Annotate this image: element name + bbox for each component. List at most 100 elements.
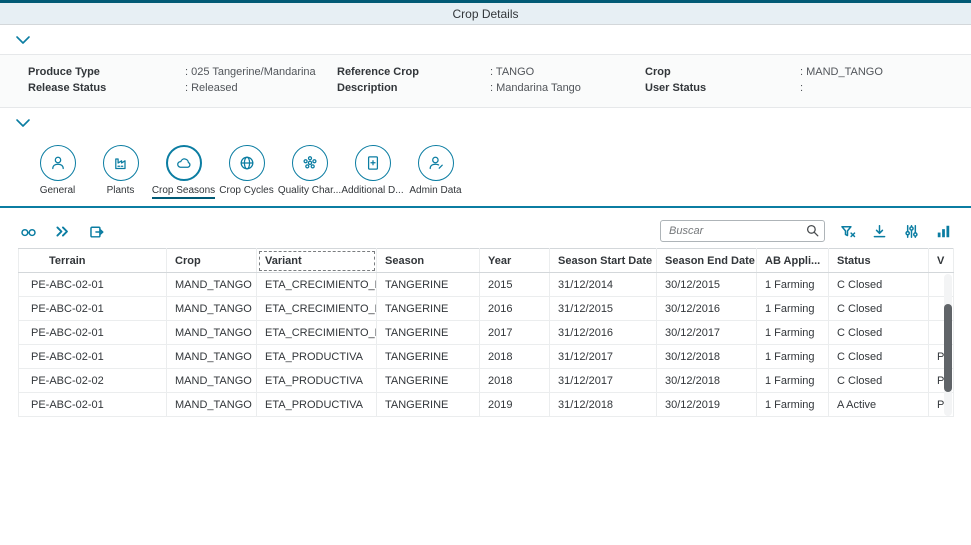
table-cell: 1 Farming: [757, 321, 829, 345]
table-cell: C Closed: [829, 345, 929, 369]
field-value: : 025 Tangerine/Mandarina: [185, 66, 337, 78]
table-cell: PE-ABC-02-01: [19, 345, 167, 369]
column-header-season-end-date[interactable]: Season End Date: [657, 249, 757, 273]
table-cell: ETA_PRODUCTIVA: [257, 393, 377, 417]
table-cell: 30/12/2018: [657, 369, 757, 393]
table-cell: C Closed: [829, 273, 929, 297]
table-cell: 30/12/2018: [657, 345, 757, 369]
table-cell: 30/12/2015: [657, 273, 757, 297]
tab-label: General: [40, 185, 76, 197]
table-cell: 31/12/2017: [550, 345, 657, 369]
header-collapse-row: [0, 25, 971, 55]
table-cell: 2018: [480, 345, 550, 369]
table-row[interactable]: PE-ABC-02-01MAND_TANGOETA_CRECIMIENTO_NP…: [19, 273, 954, 297]
search-input[interactable]: [660, 220, 825, 242]
chevron-down-icon[interactable]: [15, 33, 33, 47]
tab-crop-seasons[interactable]: Crop Seasons: [152, 145, 215, 199]
table-cell: TANGERINE: [377, 297, 480, 321]
cloud-icon: [166, 145, 202, 181]
download-icon[interactable]: [869, 222, 889, 240]
field-label: Reference Crop: [337, 66, 490, 78]
table-toolbar: [0, 214, 971, 248]
table-body: PE-ABC-02-01MAND_TANGOETA_CRECIMIENTO_NP…: [19, 273, 954, 417]
table-cell: 31/12/2015: [550, 297, 657, 321]
table-cell: PE-ABC-02-01: [19, 321, 167, 345]
tab-plants[interactable]: Plants: [89, 145, 152, 197]
field-label: Release Status: [28, 82, 185, 94]
column-header-variant[interactable]: Variant: [257, 249, 377, 273]
table-cell: 31/12/2018: [550, 393, 657, 417]
table-cell: ETA_CRECIMIENTO_NP: [257, 273, 377, 297]
crop-info-panel: Produce Type : 025 Tangerine/Mandarina R…: [0, 55, 971, 108]
tab-quality-characteristics[interactable]: Quality Char...: [278, 145, 341, 197]
title-bar: Crop Details: [0, 0, 971, 25]
document-plus-icon: [355, 145, 391, 181]
table-cell: 1 Farming: [757, 297, 829, 321]
table-row[interactable]: PE-ABC-02-01MAND_TANGOETA_CRECIMIENTO_NP…: [19, 321, 954, 345]
vertical-scrollbar-thumb[interactable]: [944, 304, 952, 392]
toolbar-right: [660, 220, 953, 242]
table-cell: 31/12/2016: [550, 321, 657, 345]
tab-label: Crop Cycles: [219, 185, 273, 197]
table-cell: TANGERINE: [377, 321, 480, 345]
field-value: : TANGO: [490, 66, 645, 78]
table-cell: 30/12/2017: [657, 321, 757, 345]
table-header-row: TerrainCropVariantSeasonYearSeason Start…: [19, 249, 954, 273]
table-cell: A Active: [829, 393, 929, 417]
page-title: Crop Details: [452, 7, 518, 21]
field-label: User Status: [645, 82, 800, 94]
table-cell: 31/12/2017: [550, 369, 657, 393]
table-cell: ETA_CRECIMIENTO_NP: [257, 321, 377, 345]
field-value: : MAND_TANGO: [800, 66, 883, 78]
person-icon: [40, 145, 76, 181]
table-row[interactable]: PE-ABC-02-01MAND_TANGOETA_CRECIMIENTO_NP…: [19, 297, 954, 321]
table-cell: PE-ABC-02-01: [19, 393, 167, 417]
field-label: Crop: [645, 66, 800, 78]
table-cell: 1 Farming: [757, 369, 829, 393]
column-header-crop[interactable]: Crop: [167, 249, 257, 273]
table-row[interactable]: PE-ABC-02-01MAND_TANGOETA_PRODUCTIVATANG…: [19, 393, 954, 417]
table-cell: 1 Farming: [757, 345, 829, 369]
toolbar-left-icons: [18, 222, 106, 240]
table-cell: MAND_TANGO: [167, 393, 257, 417]
crop-seasons-table: TerrainCropVariantSeasonYearSeason Start…: [18, 248, 954, 417]
factory-icon: [103, 145, 139, 181]
double-chevron-right-icon[interactable]: [52, 222, 72, 240]
search-icon[interactable]: [805, 223, 821, 239]
tab-additional-data[interactable]: Additional D...: [341, 145, 404, 197]
column-header-year[interactable]: Year: [480, 249, 550, 273]
table-cell: PE-ABC-02-01: [19, 297, 167, 321]
table-cell: TANGERINE: [377, 345, 480, 369]
tab-general[interactable]: General: [26, 145, 89, 197]
chevron-down-icon[interactable]: [15, 116, 33, 130]
table-cell: C Closed: [829, 369, 929, 393]
column-header-status[interactable]: Status: [829, 249, 929, 273]
tab-crop-cycles[interactable]: Crop Cycles: [215, 145, 278, 197]
table-cell: 30/12/2016: [657, 297, 757, 321]
table-cell: 2019: [480, 393, 550, 417]
clear-filter-icon[interactable]: [837, 222, 857, 240]
table-row[interactable]: PE-ABC-02-02MAND_TANGOETA_PRODUCTIVATANG…: [19, 369, 954, 393]
personalize-sliders-icon[interactable]: [901, 222, 921, 240]
column-header-terrain[interactable]: Terrain: [19, 249, 167, 273]
bar-chart-icon[interactable]: [933, 222, 953, 240]
info-group-1: Produce Type : 025 Tangerine/Mandarina R…: [28, 66, 337, 94]
export-icon[interactable]: [86, 222, 106, 240]
globe-cycle-icon: [229, 145, 265, 181]
column-header-v[interactable]: V: [929, 249, 954, 273]
column-header-ab-appli[interactable]: AB Appli...: [757, 249, 829, 273]
table-row[interactable]: PE-ABC-02-01MAND_TANGOETA_PRODUCTIVATANG…: [19, 345, 954, 369]
table-cell: PE-ABC-02-01: [19, 273, 167, 297]
column-header-season-start-date[interactable]: Season Start Date: [550, 249, 657, 273]
column-header-season[interactable]: Season: [377, 249, 480, 273]
table-cell: 2015: [480, 273, 550, 297]
field-value: : Released: [185, 82, 337, 94]
table-cell: 1 Farming: [757, 393, 829, 417]
info-group-2: Reference Crop : TANGO Description : Man…: [337, 66, 645, 94]
tab-label: Admin Data: [409, 185, 461, 197]
admin-person-icon: [418, 145, 454, 181]
table-cell: ETA_CRECIMIENTO_NP: [257, 297, 377, 321]
field-label: Description: [337, 82, 490, 94]
glasses-icon[interactable]: [18, 222, 38, 240]
tab-admin-data[interactable]: Admin Data: [404, 145, 467, 197]
